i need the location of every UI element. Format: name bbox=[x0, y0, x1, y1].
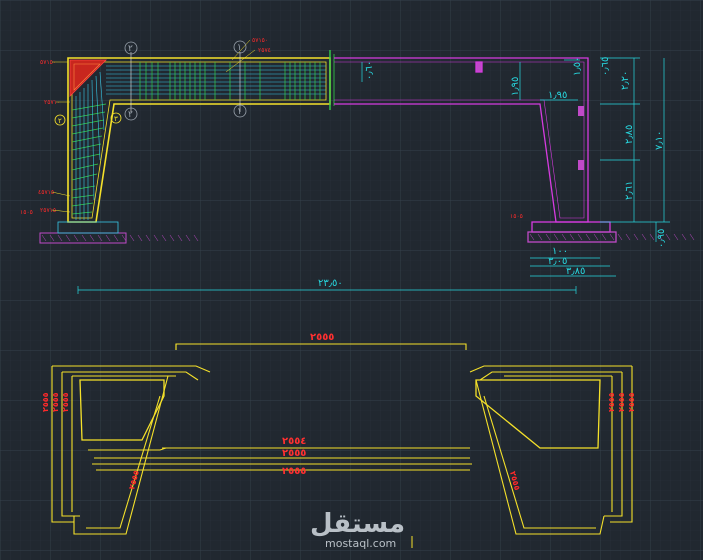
mostaql-watermark: مستقل mostaql.com bbox=[310, 509, 405, 550]
svg-text:٢: ٢ bbox=[128, 44, 133, 54]
right-col-label-2: ٢٥٥٥ bbox=[617, 392, 626, 412]
dim-right-total: ٧٫١٠ bbox=[654, 131, 665, 150]
svg-text:٢: ٢ bbox=[58, 117, 62, 125]
bar-label-top-1: ٥٧١٥٠ bbox=[252, 37, 268, 44]
left-col-label-2: ٢٥٥٥ bbox=[51, 392, 60, 412]
cad-drawing-canvas: ٢٫٢٠ ٢٫٨٥ ٢٫٦١ ٧٫١٠ ٠٫٩٥ ٠٫٦٠ ١٫٩٥ ١٫٩٥ … bbox=[0, 0, 703, 560]
footing-label-right: ١٥٠٥ bbox=[510, 213, 523, 220]
dim-bottom-3: ٣٫٨٥ bbox=[566, 266, 585, 277]
svg-text:٢: ٢ bbox=[128, 110, 133, 120]
rebar-mid-label-2: ٢٥٥٥ bbox=[282, 448, 306, 459]
dim-right-1: ٢٫٢٠ bbox=[620, 71, 631, 90]
dim-right-2: ٢٫٨٥ bbox=[624, 125, 635, 144]
dim-overall-span: ٢٣٫٥٠ bbox=[318, 278, 343, 289]
dim-bottom-2: ٣٫٠٥ bbox=[548, 256, 567, 267]
model-space-grid bbox=[0, 0, 703, 560]
rebar-mid-label-3: ٢٥٥٥ bbox=[282, 466, 306, 477]
svg-text:٣: ٣ bbox=[114, 115, 118, 123]
bar-label-left-3: ٤٥٧١٥ bbox=[38, 189, 54, 196]
rebar-top-label: ٢٥٥٥ bbox=[310, 332, 334, 343]
right-col-label-3: ٢٥٥٥ bbox=[627, 392, 636, 412]
bar-label-left-1: ٥٧١٥٠ bbox=[40, 59, 56, 66]
right-col-label-1: ٢٥٥٥ bbox=[607, 392, 616, 412]
bar-label-left-2: ٢٥٧١٠ bbox=[44, 99, 60, 106]
dim-right-footing: ٠٫٩٥ bbox=[656, 229, 667, 248]
dim-beam-3: ١٫٩٥ bbox=[548, 90, 567, 101]
bar-label-top-2: ٢٥٧٤ bbox=[258, 47, 271, 54]
svg-text:١: ١ bbox=[237, 107, 242, 117]
dim-beam-4: ٠٫٦٥ bbox=[600, 57, 611, 76]
left-col-label-1: ٢٥٥٥ bbox=[41, 392, 50, 412]
watermark-latin: mostaql.com bbox=[325, 537, 396, 550]
dim-beam-2: ١٫٩٥ bbox=[510, 77, 521, 96]
dim-beam-5: ١٫٥٠ bbox=[572, 57, 583, 76]
rebar-mid-label-1: ٢٥٥٤ bbox=[282, 436, 306, 447]
left-col-label-3: ٢٥٥٥ bbox=[61, 392, 70, 412]
dim-right-3: ٢٫٦١ bbox=[624, 181, 635, 200]
watermark-arabic: مستقل bbox=[310, 509, 405, 539]
footing-label-left: ١٥٠٥ bbox=[20, 209, 33, 216]
bar-label-left-4: ٢٥٧١٥ bbox=[40, 207, 56, 214]
dim-beam-1: ٠٫٦٠ bbox=[364, 61, 375, 80]
svg-text:١: ١ bbox=[237, 43, 242, 53]
